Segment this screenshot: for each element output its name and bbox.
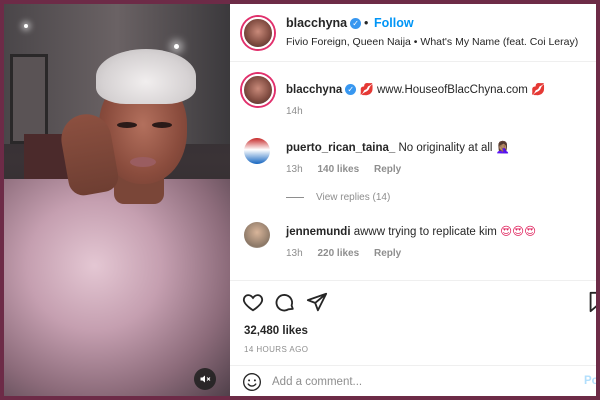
post-frame: blacchyna ✓ • Follow Fivio Foreign, Queen…: [4, 4, 596, 396]
background-door: [10, 54, 48, 144]
comment-meta: 13h 220 likes Reply: [286, 248, 413, 259]
sparkly-dress: [4, 179, 230, 396]
comments-section: blacchyna ✓ 💋 www.HouseofBlacChyna.com 💋 …: [230, 62, 596, 280]
commenter-username[interactable]: puerto_rican_taina_: [286, 142, 395, 154]
author-username-text[interactable]: blacchyna: [286, 16, 347, 30]
reply-button[interactable]: Reply: [374, 248, 401, 259]
comment-time: 13h: [286, 248, 303, 259]
view-replies-button[interactable]: View replies (14): [286, 192, 390, 203]
author-username[interactable]: blacchyna ✓: [286, 16, 362, 30]
comment-icon[interactable]: [274, 291, 296, 313]
likes-count[interactable]: 32,480 likes: [244, 325, 308, 337]
face-palm-emoji-icon: 🤦🏽‍♀️: [495, 142, 510, 154]
bookmark-icon[interactable]: [586, 291, 596, 313]
verified-badge-icon: ✓: [350, 18, 362, 30]
comment-text: jennemundi awww trying to replicate kim …: [286, 224, 536, 238]
post-header: blacchyna ✓ • Follow Fivio Foreign, Queen…: [230, 4, 596, 62]
add-comment-bar: Po: [230, 365, 596, 396]
post-details-panel: blacchyna ✓ • Follow Fivio Foreign, Queen…: [230, 4, 596, 396]
divider-line: [286, 196, 304, 198]
mute-icon: [200, 375, 211, 383]
post-button[interactable]: Po: [584, 375, 596, 387]
reply-button[interactable]: Reply: [374, 164, 401, 175]
person-eye: [152, 122, 172, 128]
emoji-icon[interactable]: [242, 372, 262, 392]
comment-body: No originality at all: [398, 142, 493, 154]
ceiling-light: [174, 44, 179, 49]
person-eye: [117, 122, 137, 128]
heart-eyes-emoji-icon: 😍😍😍: [500, 226, 537, 238]
caption-time: 14h: [286, 106, 303, 117]
audio-track[interactable]: Fivio Foreign, Queen Naija • What's My N…: [286, 36, 578, 48]
heart-icon[interactable]: [242, 291, 264, 313]
comment-body: awww trying to replicate kim: [353, 226, 497, 238]
caption-author-avatar[interactable]: [242, 74, 274, 106]
view-replies-label: View replies (14): [316, 192, 391, 203]
comment-meta: 13h 140 likes Reply: [286, 164, 413, 175]
verified-badge-icon: ✓: [345, 84, 357, 96]
comment-likes[interactable]: 220 likes: [317, 248, 359, 259]
ceiling-light: [24, 24, 28, 28]
lips-emoji-icon: 💋: [531, 84, 546, 96]
comment-input[interactable]: [272, 372, 542, 392]
commenter-avatar[interactable]: [244, 222, 270, 248]
action-bar: 32,480 likes 14 HOURS AGO Po: [230, 280, 596, 396]
separator-dot: •: [364, 16, 369, 30]
caption-username[interactable]: blacchyna: [286, 84, 342, 96]
post-timestamp: 14 HOURS AGO: [244, 345, 309, 354]
share-icon[interactable]: [306, 291, 328, 313]
commenter-username[interactable]: jennemundi: [286, 226, 351, 238]
commenter-avatar[interactable]: [244, 138, 270, 164]
caption: blacchyna ✓ 💋 www.HouseofBlacChyna.com 💋: [286, 82, 545, 96]
mute-button[interactable]: [194, 368, 216, 390]
person-lips: [130, 157, 156, 167]
lips-emoji-icon: 💋: [359, 84, 374, 96]
caption-link[interactable]: www.HouseofBlacChyna.com: [377, 84, 528, 96]
post-video[interactable]: [4, 4, 230, 396]
follow-button[interactable]: Follow: [374, 16, 414, 30]
comment-text: puerto_rican_taina_ No originality at al…: [286, 140, 510, 154]
comment-likes[interactable]: 140 likes: [317, 164, 359, 175]
comment-time: 13h: [286, 164, 303, 175]
author-avatar[interactable]: [242, 17, 274, 49]
person-hair: [96, 49, 196, 104]
